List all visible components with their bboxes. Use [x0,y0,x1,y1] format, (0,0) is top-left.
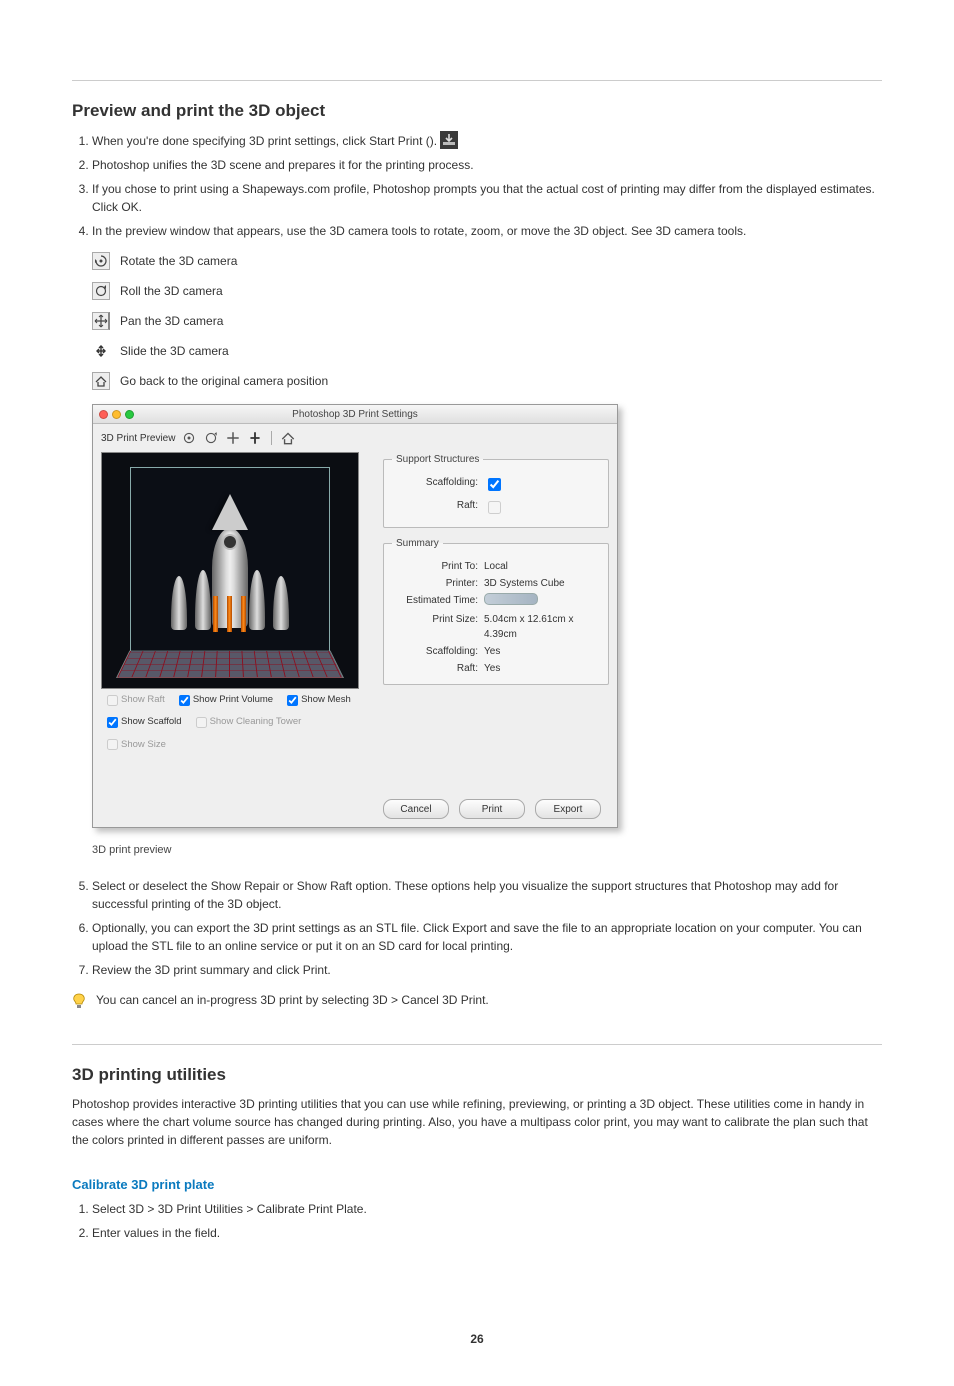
step-3: If you chose to print using a Shapeways.… [92,180,882,216]
print-preview-dialog: Photoshop 3D Print Settings 3D Print Pre… [92,404,618,828]
summary-print-to-k: Print To: [392,559,484,574]
page-number: 26 [72,1332,882,1346]
tool-pan: Pan the 3D camera [120,312,882,330]
traffic-lights [99,410,134,419]
cb-show-raft[interactable]: Show Raft [107,693,165,707]
toolbar-label: 3D Print Preview [101,431,175,446]
preview-viewport[interactable] [101,452,359,689]
support-scaffolding-checkbox[interactable] [488,478,501,491]
support-legend: Support Structures [392,452,483,467]
tb-separator [271,431,272,445]
figure-caption: 3D print preview [92,842,882,859]
tb-rotate-icon[interactable] [181,430,197,446]
tip-block: You can cancel an in-progress 3D print b… [72,993,882,1014]
slide-camera-icon [92,342,110,360]
pan-camera-icon [92,312,110,330]
step-1: When you're done specifying 3D print set… [92,131,882,150]
preview-checkboxes: Show Raft Show Print Volume Show Mesh Sh… [101,689,377,756]
summary-print-to-v: Local [484,559,600,574]
preview-toolbar: 3D Print Preview [93,424,617,452]
summary-group: Summary Print To:Local Printer:3D System… [383,536,609,685]
lightbulb-icon [72,993,86,1014]
print-button[interactable]: Print [459,799,525,819]
start-print-icon [440,131,458,149]
progress-indicator-icon [484,593,538,605]
summary-raft-v: Yes [484,661,600,676]
tool-roll: Roll the 3D camera [120,282,882,300]
calibrate-subheading: Calibrate 3D print plate [72,1177,882,1192]
utilities-intro: Photoshop provides interactive 3D printi… [72,1095,882,1149]
step-4-text: In the preview window that appears, use … [92,224,746,238]
summary-scaffolding-k: Scaffolding: [392,644,484,659]
tb-roll-icon[interactable] [203,430,219,446]
support-structures-group: Support Structures Scaffolding: Raft: [383,452,609,528]
utilities-heading: 3D printing utilities [72,1065,882,1085]
cb-show-cleaning-tower[interactable]: Show Cleaning Tower [196,715,302,729]
roll-camera-icon [92,282,110,300]
support-raft-checkbox[interactable] [488,501,501,514]
step-4: In the preview window that appears, use … [92,222,882,859]
step-6: Optionally, you can export the 3D print … [92,919,882,955]
step-7: Review the 3D print summary and click Pr… [92,961,882,979]
util-step-1: Select 3D > 3D Print Utilities > Calibra… [92,1200,882,1218]
minimize-icon[interactable] [112,410,121,419]
export-button[interactable]: Export [535,799,601,819]
tb-home-icon[interactable] [280,430,296,446]
window-title: Photoshop 3D Print Settings [93,407,617,422]
step-1-text: When you're done specifying 3D print set… [92,134,437,148]
summary-legend: Summary [392,536,443,551]
step-2: Photoshop unifies the 3D scene and prepa… [92,156,882,174]
tb-pan-icon[interactable] [225,430,241,446]
cb-show-mesh[interactable]: Show Mesh [287,693,351,707]
tool-slide: Slide the 3D camera [120,342,882,360]
tool-rotate: Rotate the 3D camera [120,252,882,270]
dialog-titlebar: Photoshop 3D Print Settings [93,405,617,424]
section-heading: Preview and print the 3D object [72,101,882,121]
summary-estimated-v [484,593,600,610]
cancel-button[interactable]: Cancel [383,799,449,819]
tool-home: Go back to the original camera position [120,372,882,390]
step-5: Select or deselect the Show Repair or Sh… [92,877,882,913]
support-raft-label: Raft: [392,498,484,519]
summary-printer-v: 3D Systems Cube [484,576,600,591]
tb-slide-icon[interactable] [247,430,263,446]
zoom-icon[interactable] [125,410,134,419]
summary-raft-k: Raft: [392,661,484,676]
rotate-camera-icon [92,252,110,270]
home-camera-icon [92,372,110,390]
close-icon[interactable] [99,410,108,419]
summary-estimated-k: Estimated Time: [392,593,484,610]
cb-show-size[interactable]: Show Size [107,738,166,752]
cb-show-scaffold[interactable]: Show Scaffold [107,715,182,729]
tip-text: You can cancel an in-progress 3D print b… [96,993,489,1007]
support-scaffolding-label: Scaffolding: [392,475,484,496]
summary-printer-k: Printer: [392,576,484,591]
summary-print-size-k: Print Size: [392,612,484,642]
cb-show-print-volume[interactable]: Show Print Volume [179,693,273,707]
summary-print-size-v: 5.04cm x 12.61cm x 4.39cm [484,612,600,642]
summary-scaffolding-v: Yes [484,644,600,659]
util-step-2: Enter values in the field. [92,1224,882,1242]
